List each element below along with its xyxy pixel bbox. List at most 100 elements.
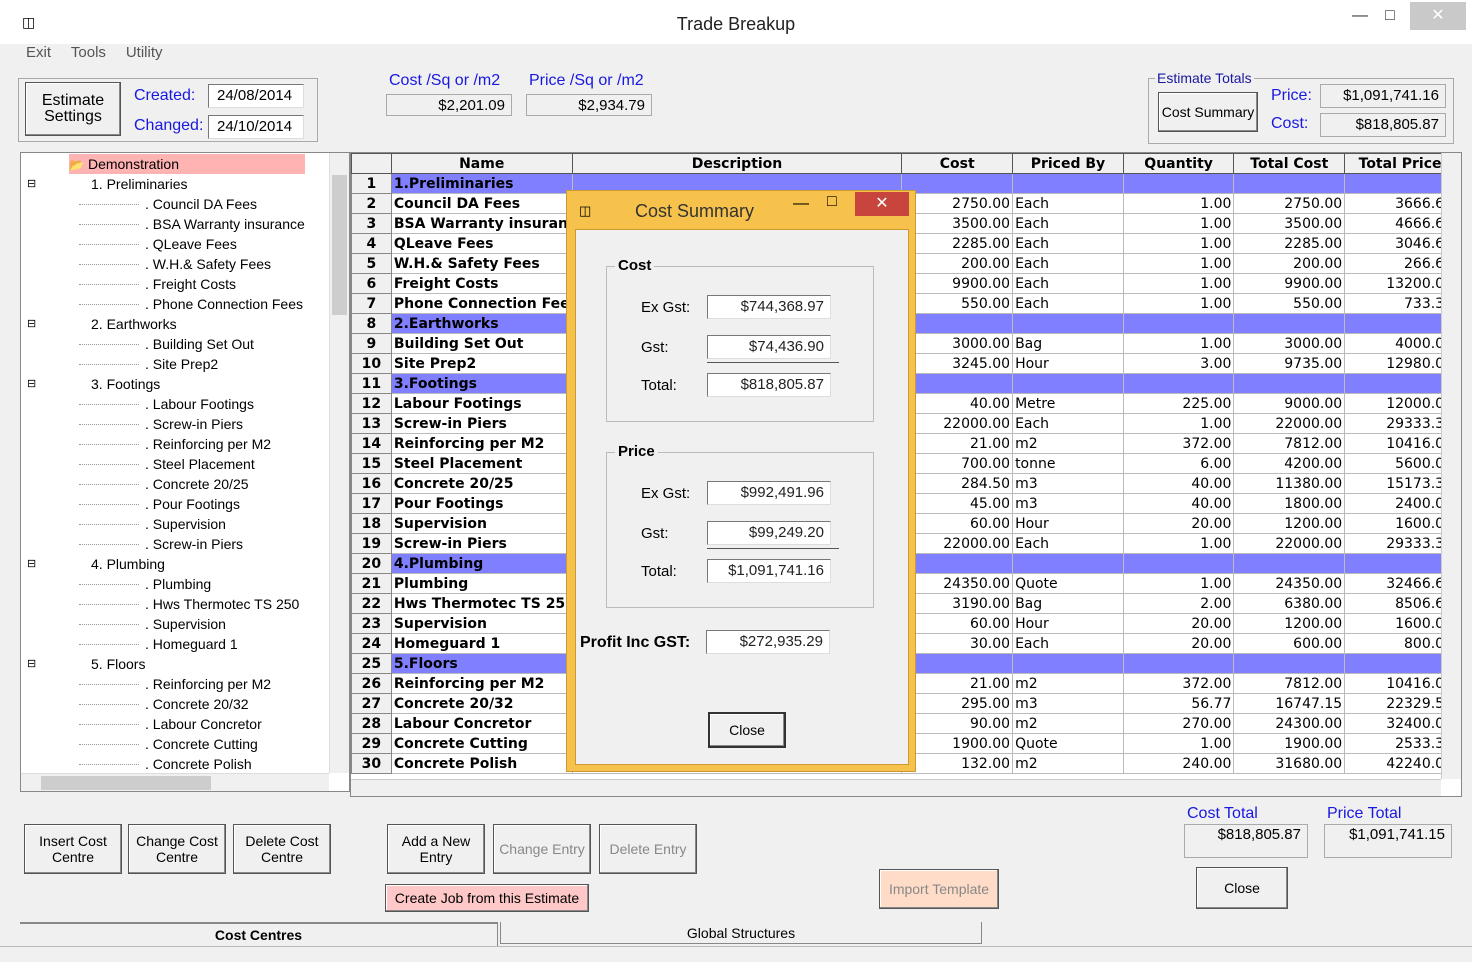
grid-row-number[interactable]: 3 [351, 213, 392, 234]
grid-cell-name[interactable]: Steel Placement [390, 453, 573, 474]
grid-cell-cost[interactable]: 30.00 [901, 633, 1014, 654]
tree-group-node[interactable]: ⊟ 4. Plumbing [27, 554, 165, 574]
grid-cell-quantity[interactable]: 1.00 [1122, 293, 1235, 314]
maximize-button[interactable]: □ [1370, 2, 1410, 30]
grid-header-cell[interactable]: Quantity [1122, 153, 1235, 174]
import-template-button[interactable]: Import Template [879, 869, 999, 909]
grid-cell-name[interactable]: 2.Earthworks [390, 313, 573, 334]
grid-row-number[interactable]: 27 [351, 693, 392, 714]
grid-cell-cost[interactable]: 22000.00 [901, 413, 1014, 434]
grid-cell-quantity[interactable]: 1.00 [1122, 413, 1235, 434]
grid-cell-total-price[interactable] [1344, 653, 1456, 674]
tree-leaf-node[interactable]: . Site Prep2 [79, 354, 218, 374]
add-entry-button[interactable]: Add a New Entry [387, 824, 485, 874]
grid-cell-total-cost[interactable]: 22000.00 [1233, 413, 1346, 434]
tab-cost-centres[interactable]: Cost Centres [20, 922, 498, 946]
grid-cell-priced-by[interactable]: Each [1012, 213, 1124, 234]
grid-cell-quantity[interactable] [1122, 313, 1235, 334]
grid-cell-priced-by[interactable]: Each [1012, 233, 1124, 254]
grid-cell-quantity[interactable]: 20.00 [1122, 513, 1235, 534]
tree-leaf-node[interactable]: . Labour Footings [79, 394, 254, 414]
grid-cell-priced-by[interactable]: m2 [1012, 753, 1124, 774]
grid-cell-total-cost[interactable]: 2285.00 [1233, 233, 1346, 254]
grid-cell-total-cost[interactable]: 550.00 [1233, 293, 1346, 314]
menu-tools[interactable]: Tools [71, 44, 106, 61]
menu-exit[interactable]: Exit [26, 44, 51, 61]
collapse-icon[interactable]: ⊟ [27, 554, 36, 574]
grid-cell-priced-by[interactable]: Quote [1012, 573, 1124, 594]
grid-cell-name[interactable]: Site Prep2 [390, 353, 573, 374]
grid-cell-name[interactable]: 4.Plumbing [390, 553, 573, 574]
grid-row-number[interactable]: 10 [351, 353, 392, 374]
grid-cell-name[interactable]: Reinforcing per M2 [390, 673, 573, 694]
grid-cell-name[interactable]: Building Set Out [390, 333, 573, 354]
grid-cell-quantity[interactable]: 1.00 [1122, 233, 1235, 254]
grid-cell-priced-by[interactable]: Each [1012, 633, 1124, 654]
grid-row-number[interactable]: 14 [351, 433, 392, 454]
grid-cell-total-cost[interactable]: 24300.00 [1233, 713, 1346, 734]
grid-cell-quantity[interactable]: 40.00 [1122, 473, 1235, 494]
grid-cell-cost[interactable]: 284.50 [901, 473, 1014, 494]
grid-cell-priced-by[interactable]: m3 [1012, 693, 1124, 714]
grid-header-cell[interactable]: Total Price [1344, 153, 1456, 174]
grid-cell-total-cost[interactable] [1233, 653, 1346, 674]
dialog-maximize-button[interactable]: □ [827, 193, 837, 211]
grid-cell-total-price[interactable]: 29333.33 [1344, 413, 1456, 434]
dialog-close-x-button[interactable]: ✕ [855, 192, 909, 216]
grid-cell-total-price[interactable] [1344, 173, 1456, 194]
tree-leaf-node[interactable]: . Council DA Fees [79, 194, 257, 214]
grid-row-number[interactable]: 18 [351, 513, 392, 534]
grid-cell-total-cost[interactable] [1233, 553, 1346, 574]
tree-leaf-node[interactable]: . Concrete Polish [79, 754, 252, 774]
grid-row-number[interactable]: 1 [351, 173, 392, 194]
grid-cell-name[interactable]: Phone Connection Fee [390, 293, 573, 314]
grid-cell-quantity[interactable]: 56.77 [1122, 693, 1235, 714]
grid-cell-total-cost[interactable]: 7812.00 [1233, 673, 1346, 694]
grid-cell-total-price[interactable]: 29333.33 [1344, 533, 1456, 554]
grid-row-number[interactable]: 24 [351, 633, 392, 654]
grid-cell-total-price[interactable]: 13200.00 [1344, 273, 1456, 294]
dialog-minimize-button[interactable]: — [793, 195, 809, 213]
tree-group-node[interactable]: ⊟ 3. Footings [27, 374, 160, 394]
grid-row-number[interactable]: 30 [351, 753, 392, 774]
close-window-button[interactable]: ✕ [1410, 2, 1466, 30]
grid-cell-total-cost[interactable]: 24350.00 [1233, 573, 1346, 594]
grid-cell-quantity[interactable]: 270.00 [1122, 713, 1235, 734]
grid-cell-quantity[interactable]: 372.00 [1122, 433, 1235, 454]
grid-row-number[interactable]: 16 [351, 473, 392, 494]
grid-cell-priced-by[interactable]: Each [1012, 413, 1124, 434]
grid-cell-total-price[interactable]: 42240.00 [1344, 753, 1456, 774]
grid-cell-total-cost[interactable]: 3500.00 [1233, 213, 1346, 234]
grid-cell-name[interactable]: Concrete 20/25 [390, 473, 573, 494]
dialog-close-button[interactable]: Close [708, 712, 786, 748]
tree-group-node[interactable]: ⊟ 1. Preliminaries [27, 174, 187, 194]
grid-cell-priced-by[interactable] [1012, 553, 1124, 574]
created-date-field[interactable]: 24/08/2014 [208, 84, 304, 108]
grid-cell-quantity[interactable]: 1.00 [1122, 733, 1235, 754]
create-job-button[interactable]: Create Job from this Estimate [385, 884, 589, 912]
grid-cell-total-cost[interactable]: 200.00 [1233, 253, 1346, 274]
grid-cell-cost[interactable]: 9900.00 [901, 273, 1014, 294]
tree-group-node[interactable]: ⊟ 2. Earthworks [27, 314, 177, 334]
grid-cell-name[interactable]: Concrete Polish [390, 753, 573, 774]
grid-cell-priced-by[interactable]: Bag [1012, 593, 1124, 614]
grid-row-number[interactable]: 9 [351, 333, 392, 354]
grid-cell-priced-by[interactable]: Each [1012, 293, 1124, 314]
tree-leaf-node[interactable]: . Supervision [79, 514, 226, 534]
price-gst-field[interactable]: $99,249.20 [707, 521, 831, 545]
tree-leaf-node[interactable]: . Plumbing [79, 574, 211, 594]
grid-cell-priced-by[interactable]: Metre [1012, 393, 1124, 414]
grid-cell-name[interactable]: Labour Footings [390, 393, 573, 414]
grid-cell-total-price[interactable]: 1600.00 [1344, 613, 1456, 634]
cost-ex-gst-field[interactable]: $744,368.97 [707, 295, 831, 319]
grid-row-number[interactable]: 29 [351, 733, 392, 754]
grid-cell-total-cost[interactable] [1233, 373, 1346, 394]
grid-cell-cost[interactable]: 90.00 [901, 713, 1014, 734]
tree-leaf-node[interactable]: . Freight Costs [79, 274, 236, 294]
grid-cell-total-cost[interactable]: 1200.00 [1233, 613, 1346, 634]
grid-row-number[interactable]: 12 [351, 393, 392, 414]
grid-cell-cost[interactable]: 40.00 [901, 393, 1014, 414]
tree-leaf-node[interactable]: . Homeguard 1 [79, 634, 238, 654]
tree-leaf-node[interactable]: . Concrete Cutting [79, 734, 258, 754]
grid-cell-quantity[interactable]: 1.00 [1122, 533, 1235, 554]
